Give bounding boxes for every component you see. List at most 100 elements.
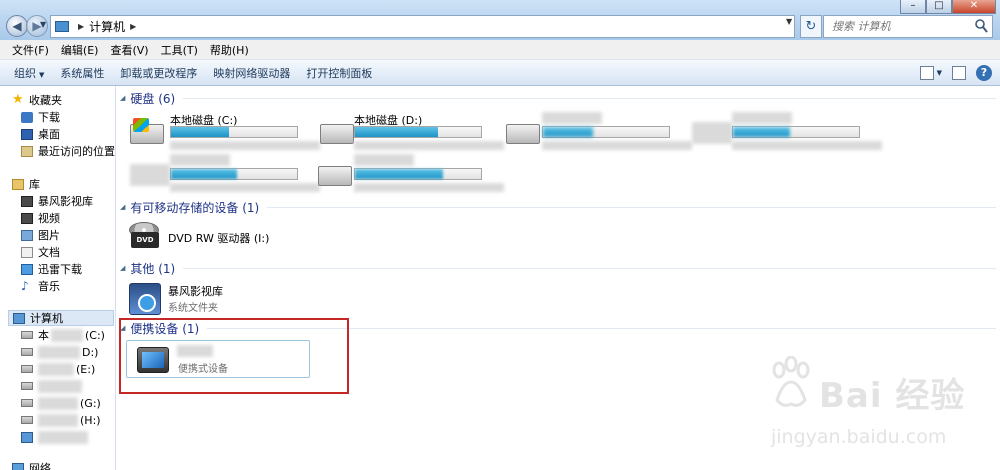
- drive-tile-g[interactable]: [130, 154, 320, 198]
- nav-drive-f[interactable]: [21, 378, 82, 394]
- breadcrumb-separator-icon[interactable]: ▶: [78, 22, 84, 31]
- menu-file[interactable]: 文件(F): [6, 42, 55, 58]
- organize-button[interactable]: 组织 ▼: [6, 65, 52, 81]
- close-icon: ✕: [969, 0, 979, 11]
- nav-favorites[interactable]: ★ 收藏夹: [12, 92, 62, 108]
- maximize-button[interactable]: □: [926, 0, 952, 14]
- drive-usage-bar: [170, 168, 298, 180]
- nav-music-label: 音乐: [38, 280, 60, 293]
- back-button[interactable]: ◀: [6, 15, 28, 37]
- breadcrumb-computer[interactable]: 计算机: [89, 18, 125, 35]
- nav-drive-g[interactable]: (G:): [21, 395, 101, 411]
- baidu-watermark: Bai 经验 jingyan.baidu.com: [769, 356, 989, 466]
- address-dropdown-icon[interactable]: ▼: [786, 17, 792, 26]
- windows-logo-icon: [133, 118, 149, 132]
- nav-desktop[interactable]: 桌面: [21, 126, 60, 142]
- nav-drive-h-label: (H:): [80, 413, 101, 427]
- nav-recent-places[interactable]: 最近访问的位置: [21, 143, 115, 159]
- nav-computer[interactable]: 计算机: [8, 310, 114, 326]
- nav-pictures[interactable]: 图片: [21, 227, 60, 243]
- group-header-hard-disks[interactable]: ◢ 硬盘 (6): [117, 89, 1000, 107]
- organize-label: 组织: [14, 66, 36, 80]
- search-input[interactable]: [830, 17, 970, 36]
- nav-storm-library[interactable]: 暴风影视库: [21, 193, 93, 209]
- window-controls: – □ ✕: [900, 0, 996, 14]
- media-library-name: 暴风影视库: [168, 285, 223, 298]
- redacted-block: [38, 413, 78, 427]
- nav-documents-label: 文档: [38, 246, 60, 259]
- address-bar[interactable]: ▶ 计算机 ▶: [50, 15, 795, 38]
- collapse-triangle-icon[interactable]: ◢: [120, 94, 125, 102]
- minimize-icon: –: [910, 0, 916, 11]
- nav-drive-c[interactable]: 本 (C:): [21, 327, 105, 343]
- system-properties-button[interactable]: 系统属性: [52, 65, 112, 81]
- group-divider: [183, 97, 996, 99]
- nav-downloads[interactable]: 下载: [21, 109, 60, 125]
- collapse-triangle-icon[interactable]: ◢: [120, 203, 125, 211]
- drive-tile-d[interactable]: 本地磁盘 (D:): [314, 112, 504, 156]
- nav-videos[interactable]: 视频: [21, 210, 60, 226]
- open-control-panel-button[interactable]: 打开控制面板: [298, 65, 380, 81]
- change-view-icon[interactable]: [919, 66, 934, 80]
- collapse-triangle-icon[interactable]: ◢: [120, 264, 125, 272]
- nav-drive-d-label: D:): [82, 345, 99, 359]
- nav-drive-g-label: (G:): [80, 396, 101, 410]
- dvd-drive-item[interactable]: DVD DVD RW 驱动器 (I:): [117, 216, 317, 256]
- preview-pane-icon[interactable]: [952, 66, 966, 80]
- history-dropdown-icon[interactable]: ▼: [40, 20, 46, 29]
- redacted-block: [38, 345, 80, 359]
- drive-usage-fill: [355, 127, 439, 137]
- videos-icon: [21, 212, 33, 224]
- nav-videos-label: 视频: [38, 212, 60, 225]
- refresh-button[interactable]: ↻: [800, 15, 822, 38]
- nav-music[interactable]: ♪ 音乐: [21, 278, 60, 294]
- breadcrumb-separator-icon[interactable]: ▶: [130, 22, 136, 31]
- redacted-block: [355, 169, 444, 179]
- redacted-block: [542, 141, 692, 150]
- close-button[interactable]: ✕: [952, 0, 996, 14]
- map-network-drive-button[interactable]: 映射网络驱动器: [205, 65, 298, 81]
- media-library-item[interactable]: 暴风影视库 系统文件夹: [117, 279, 317, 319]
- nav-thunder-downloads[interactable]: 迅雷下载: [21, 261, 82, 277]
- nav-downloads-label: 下载: [38, 111, 60, 124]
- nav-drive-h[interactable]: (H:): [21, 412, 101, 428]
- redacted-block: [38, 379, 82, 393]
- menu-tools[interactable]: 工具(T): [155, 42, 204, 58]
- refresh-icon: ↻: [805, 19, 817, 34]
- drive-usage-bar: [170, 126, 298, 138]
- menu-edit[interactable]: 编辑(E): [55, 42, 105, 58]
- drive-tile-f[interactable]: [692, 112, 882, 156]
- view-options-chevron-icon[interactable]: ▼: [937, 69, 942, 77]
- chevron-down-icon: ▼: [39, 70, 45, 79]
- search-icon[interactable]: [974, 18, 988, 34]
- watermark-url: jingyan.baidu.com: [771, 426, 947, 448]
- group-header-other[interactable]: ◢ 其他 (1): [117, 259, 1000, 277]
- nav-storm-library-label: 暴风影视库: [38, 195, 93, 208]
- drive-tile-e[interactable]: [502, 112, 692, 156]
- search-box[interactable]: [823, 15, 993, 38]
- uninstall-button[interactable]: 卸载或更改程序: [112, 65, 205, 81]
- nav-network[interactable]: 网络: [12, 460, 51, 470]
- group-header-removable[interactable]: ◢ 有可移动存储的设备 (1): [117, 198, 1000, 216]
- minimize-button[interactable]: –: [900, 0, 926, 14]
- nav-portable-device[interactable]: [21, 429, 88, 445]
- drive-usage-bar: [354, 126, 482, 138]
- drive-tile-c[interactable]: 本地磁盘 (C:): [130, 112, 320, 156]
- nav-drive-e-label: (E:): [76, 362, 96, 376]
- nav-drive-e[interactable]: (E:): [21, 361, 95, 377]
- menu-view[interactable]: 查看(V): [104, 42, 154, 58]
- nav-drive-c-suffix: (C:): [85, 328, 105, 342]
- hard-drive-icon: [21, 365, 33, 373]
- drive-tile-h[interactable]: [314, 154, 504, 198]
- help-icon[interactable]: ?: [976, 65, 992, 81]
- nav-libraries[interactable]: 库: [12, 176, 40, 192]
- maximize-icon: □: [934, 0, 944, 11]
- nav-drive-d[interactable]: D:): [21, 344, 98, 360]
- hard-drive-icon: [21, 416, 33, 424]
- redacted-block: [130, 164, 170, 186]
- system-drive-icon: [130, 118, 164, 144]
- menu-help[interactable]: 帮助(H): [204, 42, 255, 58]
- redacted-block: [38, 396, 78, 410]
- nav-documents[interactable]: 文档: [21, 244, 60, 260]
- dvd-drive-icon: DVD: [129, 222, 161, 250]
